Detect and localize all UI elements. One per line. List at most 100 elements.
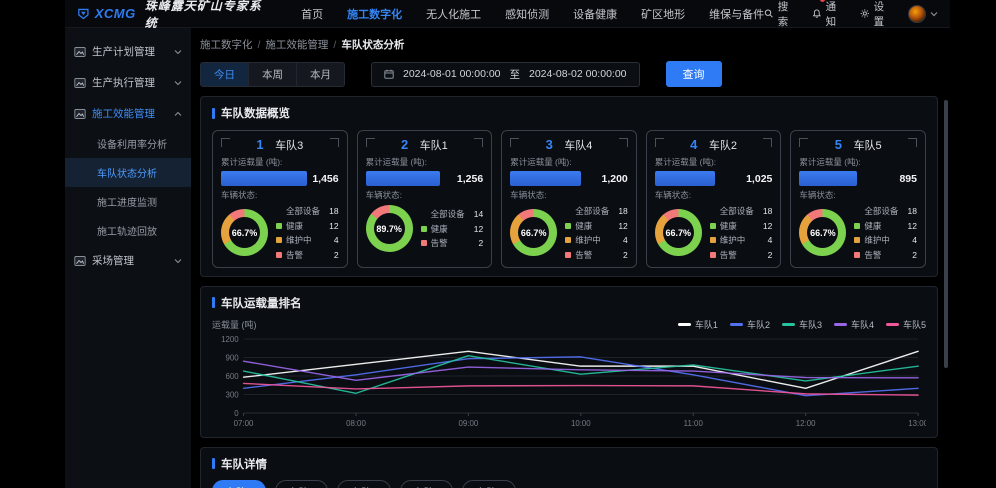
top-nav: 首页 施工数字化 无人化施工 感知侦测 设备健康 矿区地形 维保与备件 bbox=[301, 6, 764, 22]
legend-row: 健康 12 bbox=[854, 220, 917, 232]
legend-swatch bbox=[854, 223, 860, 229]
fleet-tab[interactable]: 车队2 bbox=[275, 480, 329, 488]
sidebar-subitem-label: 车队状态分析 bbox=[97, 165, 157, 180]
fleet-card-header: 5 车队5 bbox=[799, 136, 917, 153]
legend-swatch bbox=[854, 208, 860, 214]
fleet-card-header: 4 车队2 bbox=[655, 136, 773, 153]
chart-legend-item[interactable]: 车队2 bbox=[730, 318, 770, 331]
legend-swatch bbox=[421, 211, 427, 217]
status-legend: 全部设备 18 健康 12 维护中 4 告警 2 bbox=[710, 205, 773, 261]
user-menu[interactable] bbox=[908, 5, 938, 23]
chart-legend-item[interactable]: 车队1 bbox=[678, 318, 718, 331]
notification-badge bbox=[820, 0, 825, 2]
breadcrumb-item[interactable]: 施工效能管理 bbox=[265, 39, 328, 51]
sidebar-subitem-label: 施工轨迹回放 bbox=[97, 223, 157, 238]
bracket-decoration bbox=[799, 138, 808, 147]
chevron-icon bbox=[174, 48, 182, 56]
load-bar bbox=[655, 171, 715, 186]
nav-item[interactable]: 施工数字化 bbox=[347, 6, 402, 22]
chart-legend-item[interactable]: 车队4 bbox=[834, 318, 874, 331]
sidebar-item[interactable]: 施工效能管理 bbox=[65, 98, 191, 129]
legend-swatch bbox=[565, 237, 571, 243]
fleet-card: 1 车队3 累计运载量 (吨): 1,456 车辆状态: 66.7% 全部设备 … bbox=[212, 130, 348, 268]
bracket-decoration bbox=[330, 138, 339, 147]
xcmg-logo-icon bbox=[77, 7, 90, 21]
nav-item[interactable]: 矿区地形 bbox=[641, 6, 685, 22]
legend-value: 2 bbox=[623, 250, 628, 260]
svg-text:900: 900 bbox=[225, 353, 239, 362]
legend-label: 健康 bbox=[720, 220, 737, 232]
legend-value: 18 bbox=[329, 206, 338, 216]
status-label: 车辆状态: bbox=[221, 189, 339, 201]
legend-row: 全部设备 18 bbox=[854, 205, 917, 217]
vertical-scrollbar[interactable] bbox=[944, 100, 948, 368]
load-label: 累计运载量 (吨): bbox=[221, 156, 339, 168]
breadcrumb-item[interactable]: 施工数字化 bbox=[200, 39, 253, 51]
status-donut-chart: 66.7% bbox=[799, 209, 846, 256]
logo-text: XCMG bbox=[95, 6, 136, 21]
load-bar-row: 1,456 bbox=[221, 171, 339, 186]
query-button[interactable]: 查询 bbox=[666, 61, 722, 87]
legend-value: 2 bbox=[912, 250, 917, 260]
settings-button[interactable]: 设置 bbox=[860, 0, 892, 29]
legend-row: 全部设备 18 bbox=[276, 205, 339, 217]
fleet-tab[interactable]: 车队1 bbox=[212, 480, 266, 488]
search-button[interactable]: 搜索 bbox=[764, 0, 796, 29]
sidebar-item[interactable]: 生产计划管理 bbox=[65, 36, 191, 67]
chart-legend-item[interactable]: 车队3 bbox=[782, 318, 822, 331]
legend-swatch bbox=[276, 223, 282, 229]
fleet-tab[interactable]: 车队5 bbox=[462, 480, 516, 488]
sidebar-subitem[interactable]: 车队状态分析 bbox=[65, 158, 191, 187]
fleet-tab[interactable]: 车队3 bbox=[337, 480, 391, 488]
legend-swatch bbox=[276, 252, 282, 258]
sidebar-item[interactable]: 生产执行管理 bbox=[65, 67, 191, 98]
nav-item[interactable]: 维保与备件 bbox=[709, 6, 764, 22]
sidebar-subitem[interactable]: 设备利用率分析 bbox=[65, 129, 191, 158]
chart-legend-item[interactable]: 车队5 bbox=[886, 318, 926, 331]
status-label: 车辆状态: bbox=[510, 189, 628, 201]
quick-range-today[interactable]: 今日 bbox=[201, 63, 248, 86]
quick-range-week[interactable]: 本周 bbox=[248, 63, 296, 86]
legend-value: 14 bbox=[474, 209, 483, 219]
load-value: 1,256 bbox=[457, 173, 483, 185]
quick-range-month[interactable]: 本月 bbox=[296, 63, 344, 86]
legend-value: 12 bbox=[329, 221, 338, 231]
series-swatch bbox=[782, 323, 795, 326]
calendar-icon bbox=[384, 69, 394, 79]
fleet-name: 车队3 bbox=[275, 140, 303, 152]
sidebar-item[interactable]: 采场管理 bbox=[65, 245, 191, 276]
sidebar-subitem[interactable]: 施工进度监测 bbox=[65, 187, 191, 216]
svg-text:09:00: 09:00 bbox=[459, 418, 479, 427]
load-value: 1,025 bbox=[746, 173, 772, 185]
legend-label: 健康 bbox=[575, 220, 592, 232]
load-bar-row: 1,200 bbox=[510, 171, 628, 186]
settings-label: 设置 bbox=[874, 0, 892, 29]
fleet-tab[interactable]: 车队4 bbox=[400, 480, 454, 488]
svg-text:12:00: 12:00 bbox=[796, 418, 816, 427]
status-label: 车辆状态: bbox=[366, 189, 484, 201]
fleet-card: 3 车队4 累计运载量 (吨): 1,200 车辆状态: 66.7% 全部设备 … bbox=[501, 130, 637, 268]
nav-item[interactable]: 首页 bbox=[301, 6, 323, 22]
sidebar-subitem[interactable]: 施工轨迹回放 bbox=[65, 216, 191, 245]
legend-value: 4 bbox=[623, 235, 628, 245]
series-label: 车队3 bbox=[799, 318, 822, 331]
sidebar-subitem-label: 设备利用率分析 bbox=[97, 136, 167, 151]
legend-row: 健康 12 bbox=[421, 223, 484, 235]
fleet-name: 车队1 bbox=[420, 140, 448, 152]
load-label: 累计运载量 (吨): bbox=[799, 156, 917, 168]
gear-icon bbox=[860, 8, 870, 19]
app-title: 珠峰露天矿山专家系统 bbox=[145, 0, 263, 31]
nav-item[interactable]: 设备健康 bbox=[573, 6, 617, 22]
legend-row: 全部设备 14 bbox=[421, 208, 484, 220]
legend-label: 健康 bbox=[431, 223, 448, 235]
legend-label: 维护中 bbox=[286, 234, 312, 246]
legend-label: 告警 bbox=[720, 249, 737, 261]
overview-title: 车队数据概览 bbox=[212, 105, 926, 121]
date-range-picker[interactable]: 2024-08-01 00:00:00 至 2024-08-02 00:00:0… bbox=[371, 62, 640, 87]
notifications-button[interactable]: 通知 bbox=[812, 0, 844, 29]
details-title: 车队详情 bbox=[212, 456, 926, 472]
legend-label: 告警 bbox=[575, 249, 592, 261]
nav-item[interactable]: 无人化施工 bbox=[426, 6, 481, 22]
nav-item[interactable]: 感知侦测 bbox=[505, 6, 549, 22]
legend-label: 告警 bbox=[431, 237, 448, 249]
